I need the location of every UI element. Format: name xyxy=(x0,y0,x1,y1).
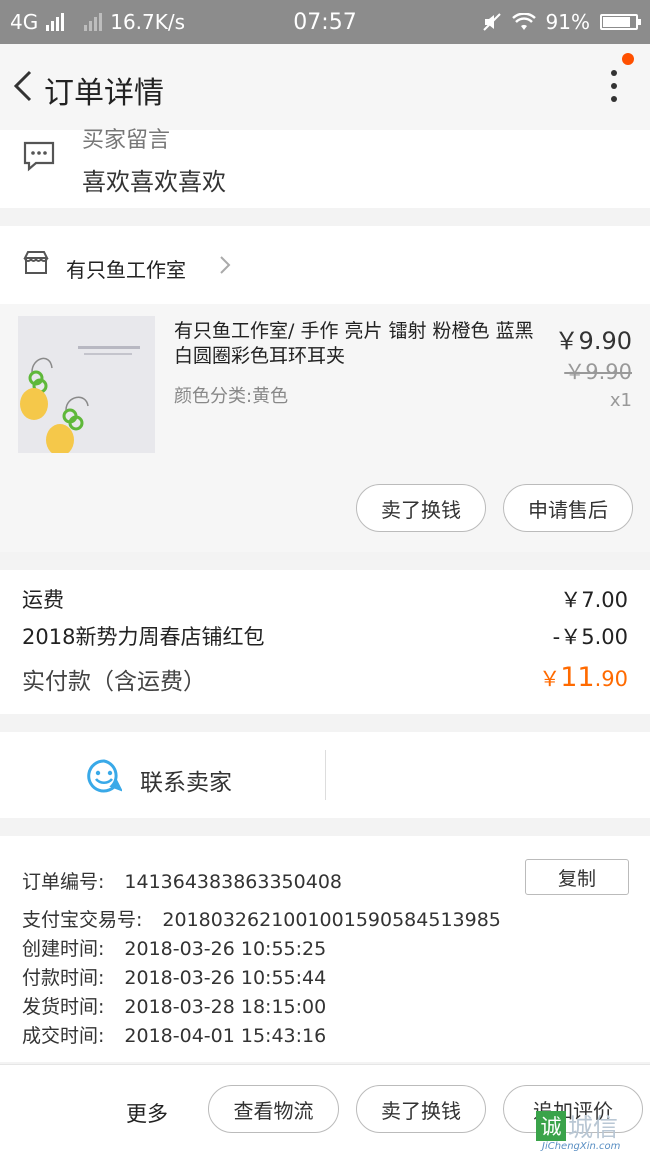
alipay-trade-row: 支付宝交易号: 2018032621001001590584513985 xyxy=(22,909,501,931)
product-quantity: x1 xyxy=(609,390,632,411)
battery-percent: 91% xyxy=(545,10,590,34)
paid-time-row: 付款时间: 2018-03-26 10:55:44 xyxy=(22,967,327,989)
resell-button-bottom[interactable]: 卖了换钱 xyxy=(356,1085,486,1133)
paid-label: 实付款（含运费） xyxy=(22,669,206,695)
completed-time: 2018-04-01 15:43:16 xyxy=(124,1025,327,1047)
page-title: 订单详情 xyxy=(44,76,164,111)
buyer-message-section: 买家留言 喜欢喜欢喜欢 xyxy=(0,128,650,208)
shop-name[interactable]: 有只鱼工作室 xyxy=(66,254,186,283)
shipping-label: 运费 xyxy=(22,588,64,612)
paid-integer: 11 xyxy=(560,662,595,693)
order-number-row: 订单编号: 141364383863350408 xyxy=(22,871,342,893)
watermark-logo: 诚 xyxy=(536,1111,566,1141)
after-sales-button[interactable]: 申请售后 xyxy=(503,484,633,532)
more-menu-icon[interactable] xyxy=(608,70,620,106)
shipping-value: ￥7.00 xyxy=(560,588,628,612)
watermark-text: 城信 xyxy=(568,1113,619,1142)
status-bar: 4G 16.7K/s 07:57 91% xyxy=(0,0,650,44)
message-icon xyxy=(23,141,55,172)
created-time-row: 创建时间: 2018-03-26 10:55:25 xyxy=(22,938,327,960)
order-number: 141364383863350408 xyxy=(124,871,342,893)
paid-row: 实付款（含运费） ￥11.90 xyxy=(22,662,628,696)
coupon-row: 2018新势力周春店铺红包 -￥5.00 xyxy=(22,621,628,651)
contact-seller-bar: 联系卖家 xyxy=(0,732,650,818)
paid-time: 2018-03-26 10:55:44 xyxy=(124,967,327,989)
fees-section: 运费 ￥7.00 2018新势力周春店铺红包 -￥5.00 实付款（含运费） ￥… xyxy=(0,570,650,714)
battery-level xyxy=(603,17,631,27)
nav-bar: 订单详情 xyxy=(0,44,650,130)
paid-currency: ￥ xyxy=(539,667,561,691)
paid-decimal: .90 xyxy=(594,667,628,691)
notification-dot xyxy=(622,53,634,65)
copy-button[interactable]: 复制 xyxy=(525,859,629,895)
divider xyxy=(325,750,326,800)
product-sku: 颜色分类:黄色 xyxy=(174,386,289,407)
mute-icon xyxy=(482,13,501,31)
watermark-url: JiChengXin.com xyxy=(542,1141,621,1152)
shop-header[interactable]: 有只鱼工作室 xyxy=(0,226,650,304)
shipped-time-row: 发货时间: 2018-03-28 18:15:00 xyxy=(22,996,327,1018)
shop-icon xyxy=(23,251,49,274)
wifi-icon xyxy=(511,13,536,30)
view-logistics-button[interactable]: 查看物流 xyxy=(208,1085,339,1133)
shipping-row: 运费 ￥7.00 xyxy=(22,584,628,614)
back-arrow-icon[interactable] xyxy=(6,66,42,106)
shipped-time: 2018-03-28 18:15:00 xyxy=(124,996,327,1018)
alipay-trade-number: 2018032621001001590584513985 xyxy=(162,909,501,931)
chevron-right-icon xyxy=(220,256,231,274)
product-title[interactable]: 有只鱼工作室/ 手作 亮片 镭射 粉橙色 蓝黑白圆圈彩色耳环耳夹 xyxy=(174,319,546,369)
chat-smiley-icon[interactable] xyxy=(86,758,122,794)
paid-value: ￥11.90 xyxy=(539,662,628,693)
product-price: ￥9.90 xyxy=(554,327,632,355)
product-original-price: ￥9.90 xyxy=(564,360,632,384)
coupon-value: -￥5.00 xyxy=(552,625,628,649)
order-item[interactable]: 有只鱼工作室/ 手作 亮片 镭射 粉橙色 蓝黑白圆圈彩色耳环耳夹 颜色分类:黄色… xyxy=(0,304,650,552)
resell-button[interactable]: 卖了换钱 xyxy=(356,484,486,532)
watermark: 诚城信 JiChengXin.com xyxy=(536,1108,646,1152)
buyer-message-text: 喜欢喜欢喜欢 xyxy=(82,168,226,196)
created-time: 2018-03-26 10:55:25 xyxy=(124,938,327,960)
battery-icon xyxy=(600,14,641,30)
contact-seller-button[interactable]: 联系卖家 xyxy=(140,763,232,797)
buyer-message-label: 买家留言 xyxy=(82,128,171,153)
coupon-label: 2018新势力周春店铺红包 xyxy=(22,625,265,649)
more-button[interactable]: 更多 xyxy=(126,1098,168,1128)
completed-time-row: 成交时间: 2018-04-01 15:43:16 xyxy=(22,1025,327,1047)
product-thumbnail[interactable] xyxy=(18,316,155,453)
order-info-section: 订单编号: 141364383863350408 复制 支付宝交易号: 201803… xyxy=(0,836,650,1062)
